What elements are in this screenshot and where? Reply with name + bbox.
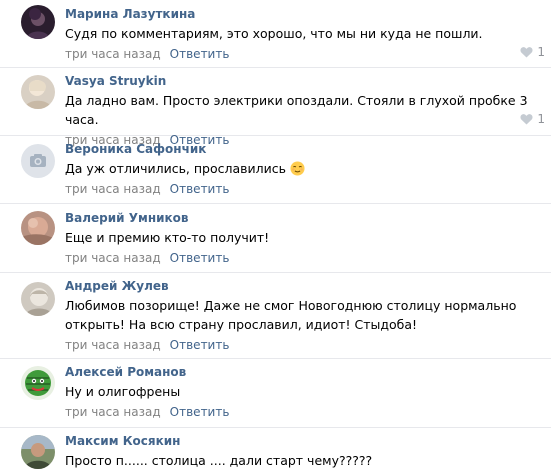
comment-text: Да уж отличились, прославились [65,159,541,178]
comment-item: Vasya Struykin Да ладно вам. Просто элек… [0,68,551,147]
comment-item: Максим Косякин Просто п...... столица ..… [0,428,551,471]
avatar[interactable] [21,366,55,400]
like-count: 1 [537,112,545,126]
comment-time[interactable]: три часа назад [65,182,161,196]
comment-time[interactable]: три часа назад [65,405,161,419]
comment-meta: три часа назад Ответить [65,181,541,197]
comment-time[interactable]: три часа назад [65,338,161,352]
relieved-face-emoji-icon [290,161,305,176]
avatar[interactable] [21,211,55,245]
comment-text-content: Да уж отличились, прославились [65,161,287,176]
reply-button[interactable]: Ответить [170,405,230,419]
comment-item: Марина Лазуткина Судя по комментариям, э… [0,0,551,68]
comment-text: Еще и премию кто-то получит! [65,230,270,245]
comment-author[interactable]: Максим Косякин [65,434,541,449]
heart-icon [520,114,533,125]
reply-button[interactable]: Ответить [170,47,230,61]
comment-time[interactable]: три часа назад [65,47,161,61]
comment-text: Любимов позорище! Даже не смог Новогодню… [65,298,517,332]
comment-item: Валерий Умников Еще и премию кто-то полу… [0,204,551,273]
comment-item: Алексей Романов Ну и олигофрены три часа… [0,359,551,428]
like-button[interactable]: 1 [520,111,545,127]
comment-author[interactable]: Андрей Жулев [65,279,541,294]
reply-button[interactable]: Ответить [170,182,230,196]
comment-meta: три часа назад Ответить [65,250,541,266]
avatar[interactable] [21,282,55,316]
comment-text: Ну и олигофрены [65,384,181,399]
comment-time[interactable]: три часа назад [65,251,161,265]
reply-button[interactable]: Ответить [170,251,230,265]
reply-button[interactable]: Ответить [170,338,230,352]
avatar[interactable] [21,75,55,109]
comment-author[interactable]: Валерий Умников [65,211,541,226]
comment-author[interactable]: Вероника Сафончик [65,142,541,157]
comment-text: Да ладно вам. Просто электрики опоздали.… [65,93,528,127]
avatar[interactable] [21,144,55,178]
comment-item: Вероника Сафончик Да уж отличились, прос… [0,136,551,204]
like-count: 1 [537,45,545,59]
comments-feed: Марина Лазуткина Судя по комментариям, э… [0,0,551,471]
comment-meta: три часа назад Ответить [65,46,541,62]
comment-author[interactable]: Марина Лазуткина [65,7,541,22]
like-button[interactable]: 1 [520,44,545,60]
comment-item: Андрей Жулев Любимов позорище! Даже не с… [0,273,551,359]
comment-text: Судя по комментариям, это хорошо, что мы… [65,26,483,41]
comment-meta: три часа назад Ответить [65,337,541,353]
heart-icon [520,47,533,58]
comment-text: Просто п...... столица .... дали старт ч… [65,453,373,468]
comment-meta: три часа назад Ответить [65,404,541,420]
avatar[interactable] [21,435,55,469]
avatar[interactable] [21,5,55,39]
comment-author[interactable]: Vasya Struykin [65,74,541,89]
comment-author[interactable]: Алексей Романов [65,365,541,380]
